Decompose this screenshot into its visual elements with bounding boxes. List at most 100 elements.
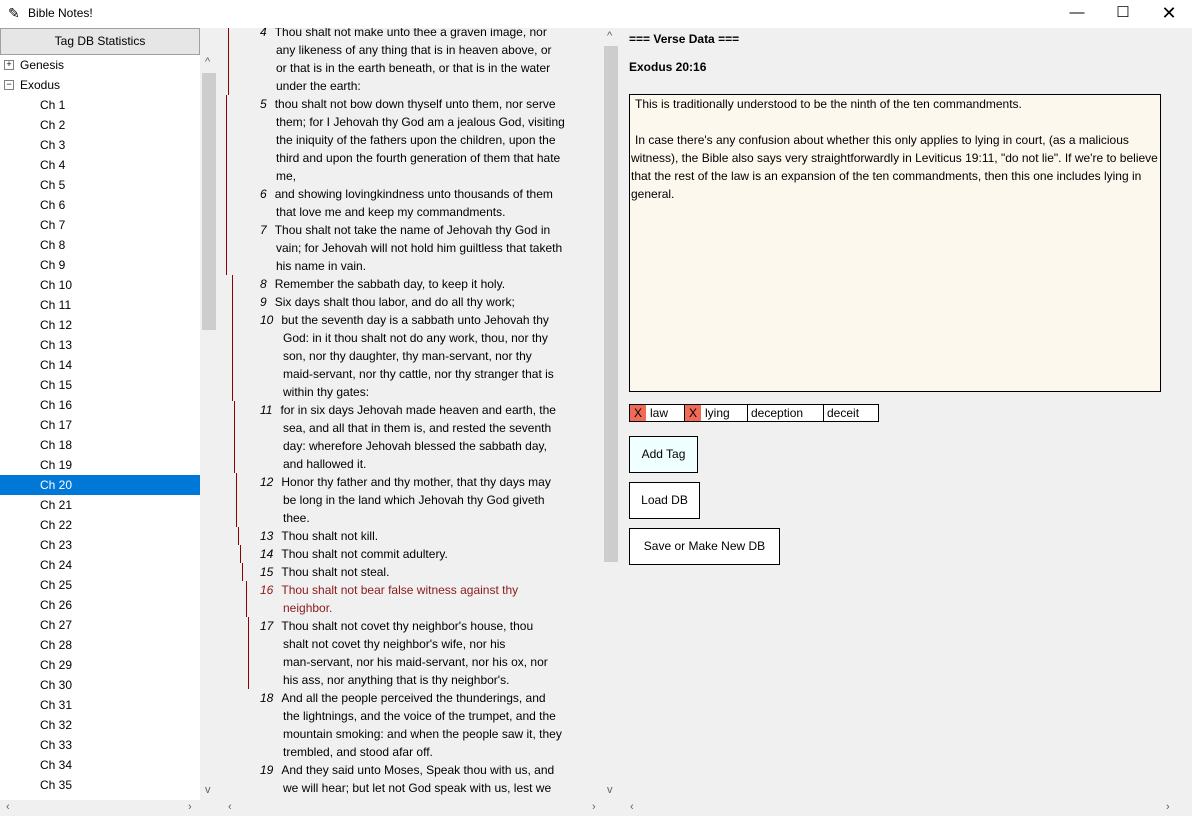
verse-text: for in six days Jehovah made heaven and … [280, 403, 556, 417]
verse-marker-line [226, 185, 227, 221]
verse-11: 11 for in six days Jehovah made heaven an… [260, 401, 556, 419]
scroll-down-icon[interactable]: v [205, 784, 211, 796]
collapse-icon[interactable]: − [4, 80, 14, 90]
tree-chapter-item[interactable]: Ch 10 [0, 275, 200, 295]
tree-chapter-item[interactable]: Ch 24 [0, 555, 200, 575]
tree-chapter-label: Ch 12 [40, 318, 73, 332]
verse-marker-line [246, 581, 247, 617]
scroll-right-icon[interactable]: › [188, 801, 192, 813]
window-title: Bible Notes! [28, 6, 93, 20]
scroll-right-icon[interactable]: › [592, 801, 596, 813]
verse-text: them; for I Jehovah thy God am a jealous… [276, 115, 565, 129]
save-db-button[interactable]: Save or Make New DB [629, 528, 780, 565]
verse-scroll-thumb[interactable] [604, 46, 618, 562]
note-paragraph [631, 113, 1159, 131]
tree-chapter-item[interactable]: Ch 29 [0, 655, 200, 675]
scroll-left-icon[interactable]: ‹ [6, 801, 10, 813]
tree-chapter-item[interactable]: Ch 26 [0, 595, 200, 615]
close-button[interactable]: ✕ [1146, 0, 1192, 28]
tree-book-exodus[interactable]: − Exodus [0, 75, 200, 95]
scroll-right-icon[interactable]: › [1166, 801, 1170, 813]
tree-chapter-item[interactable]: Ch 6 [0, 195, 200, 215]
remove-tag-button[interactable]: X [685, 405, 701, 421]
tree-chapter-item[interactable]: Ch 11 [0, 295, 200, 315]
verse-14: 14 Thou shalt not commit adultery. [260, 545, 448, 563]
tree-chapter-item[interactable]: Ch 16 [0, 395, 200, 415]
tree-chapter-item[interactable]: Ch 21 [0, 495, 200, 515]
tree-chapter-label: Ch 35 [40, 778, 73, 792]
tree-chapter-item[interactable]: Ch 7 [0, 215, 200, 235]
scroll-left-icon[interactable]: ‹ [630, 801, 634, 813]
tree-chapter-item[interactable]: Ch 22 [0, 515, 200, 535]
verse-9: 9 Six days shalt thou labor, and do all t… [260, 293, 515, 311]
verse-number: 11 [260, 403, 273, 417]
verse-4: 4 Thou shalt not make unto thee a graven … [260, 28, 547, 41]
tree-chapter-item[interactable]: Ch 31 [0, 695, 200, 715]
verse-text: Honor thy father and thy mother, that th… [281, 475, 551, 489]
tree-chapter-item[interactable]: Ch 4 [0, 155, 200, 175]
scroll-up-icon[interactable]: ^ [205, 56, 210, 68]
verse-text-panel: 4 Thou shalt not make unto thee a graven … [218, 28, 602, 800]
window-vertical-scrollbar[interactable] [1176, 28, 1192, 816]
verse-10: 10 but the seventh day is a sabbath unto … [260, 311, 549, 329]
verse-6: 6 and showing lovingkindness unto thousan… [260, 185, 553, 203]
verse-number: 15 [260, 565, 274, 579]
expand-icon[interactable]: + [4, 60, 14, 70]
scroll-left-icon[interactable]: ‹ [228, 801, 232, 813]
tree-chapter-item[interactable]: Ch 8 [0, 235, 200, 255]
tree-book-label: Genesis [20, 58, 65, 72]
tree-book-genesis[interactable]: + Genesis [0, 55, 200, 75]
tree-scroll-thumb[interactable] [202, 73, 216, 330]
tree-chapter-item[interactable]: Ch 5 [0, 175, 200, 195]
verse-text: his name in vain. [276, 259, 367, 273]
verse-number: 10 [260, 313, 274, 327]
tree-chapter-item[interactable]: Ch 9 [0, 255, 200, 275]
tree-chapter-item[interactable]: Ch 2 [0, 115, 200, 135]
scroll-up-icon[interactable]: ^ [607, 30, 612, 42]
data-horizontal-scrollbar[interactable]: ‹ › [620, 800, 1176, 816]
tree-chapter-label: Ch 3 [40, 138, 66, 152]
verse-19: 19 And they said unto Moses, Speak thou w… [260, 761, 554, 779]
add-tag-button[interactable]: Add Tag [629, 436, 698, 473]
tree-chapter-label: Ch 18 [40, 438, 73, 452]
verse-text: the iniquity of the fathers upon the chi… [276, 133, 556, 147]
verse-horizontal-scrollbar[interactable]: ‹ › [218, 800, 602, 816]
remove-tag-button[interactable]: X [630, 405, 646, 421]
tree-chapter-item[interactable]: Ch 23 [0, 535, 200, 555]
tree-chapter-item[interactable]: Ch 18 [0, 435, 200, 455]
tree-chapter-label: Ch 2 [40, 118, 66, 132]
tree-chapter-item[interactable]: Ch 28 [0, 635, 200, 655]
tree-chapter-item[interactable]: Ch 14 [0, 355, 200, 375]
tree-chapter-item[interactable]: Ch 30 [0, 675, 200, 695]
tree-chapter-item[interactable]: Ch 13 [0, 335, 200, 355]
tree-chapter-item[interactable]: Ch 19 [0, 455, 200, 475]
tag-deception[interactable]: deception [747, 404, 824, 422]
tree-chapter-item[interactable]: Ch 25 [0, 575, 200, 595]
tag-deceit[interactable]: deceit [823, 404, 879, 422]
tag-db-statistics-header[interactable]: Tag DB Statistics [0, 28, 200, 55]
tree-chapter-item[interactable]: Ch 1 [0, 95, 200, 115]
tree-chapter-item[interactable]: Ch 20 [0, 475, 200, 495]
tree-chapter-item[interactable]: Ch 32 [0, 715, 200, 735]
verse-8: 8 Remember the sabbath day, to keep it ho… [260, 275, 505, 293]
tree-chapter-label: Ch 28 [40, 638, 73, 652]
minimize-button[interactable]: — [1054, 0, 1100, 28]
tree-chapter-item[interactable]: Ch 35 [0, 775, 200, 795]
tree-chapter-item[interactable]: Ch 15 [0, 375, 200, 395]
verse-text: Thou shalt not take the name of Jehovah … [274, 223, 551, 237]
verse-number: 17 [260, 619, 274, 633]
tree-chapter-item[interactable]: Ch 3 [0, 135, 200, 155]
tree-chapter-label: Ch 33 [40, 738, 73, 752]
tree-chapter-item[interactable]: Ch 12 [0, 315, 200, 335]
scroll-down-icon[interactable]: v [607, 784, 613, 796]
tree-horizontal-scrollbar[interactable]: ‹ › [0, 800, 200, 816]
tree-chapter-label: Ch 21 [40, 498, 73, 512]
note-text-area[interactable]: This is traditionally understood to be t… [629, 94, 1161, 392]
tree-chapter-item[interactable]: Ch 34 [0, 755, 200, 775]
maximize-button[interactable]: ☐ [1100, 0, 1146, 28]
tree-chapter-item[interactable]: Ch 27 [0, 615, 200, 635]
tree-chapter-item[interactable]: Ch 17 [0, 415, 200, 435]
tree-chapter-item[interactable]: Ch 33 [0, 735, 200, 755]
load-db-button[interactable]: Load DB [629, 482, 700, 519]
verse-text: and hallowed it. [283, 457, 367, 471]
